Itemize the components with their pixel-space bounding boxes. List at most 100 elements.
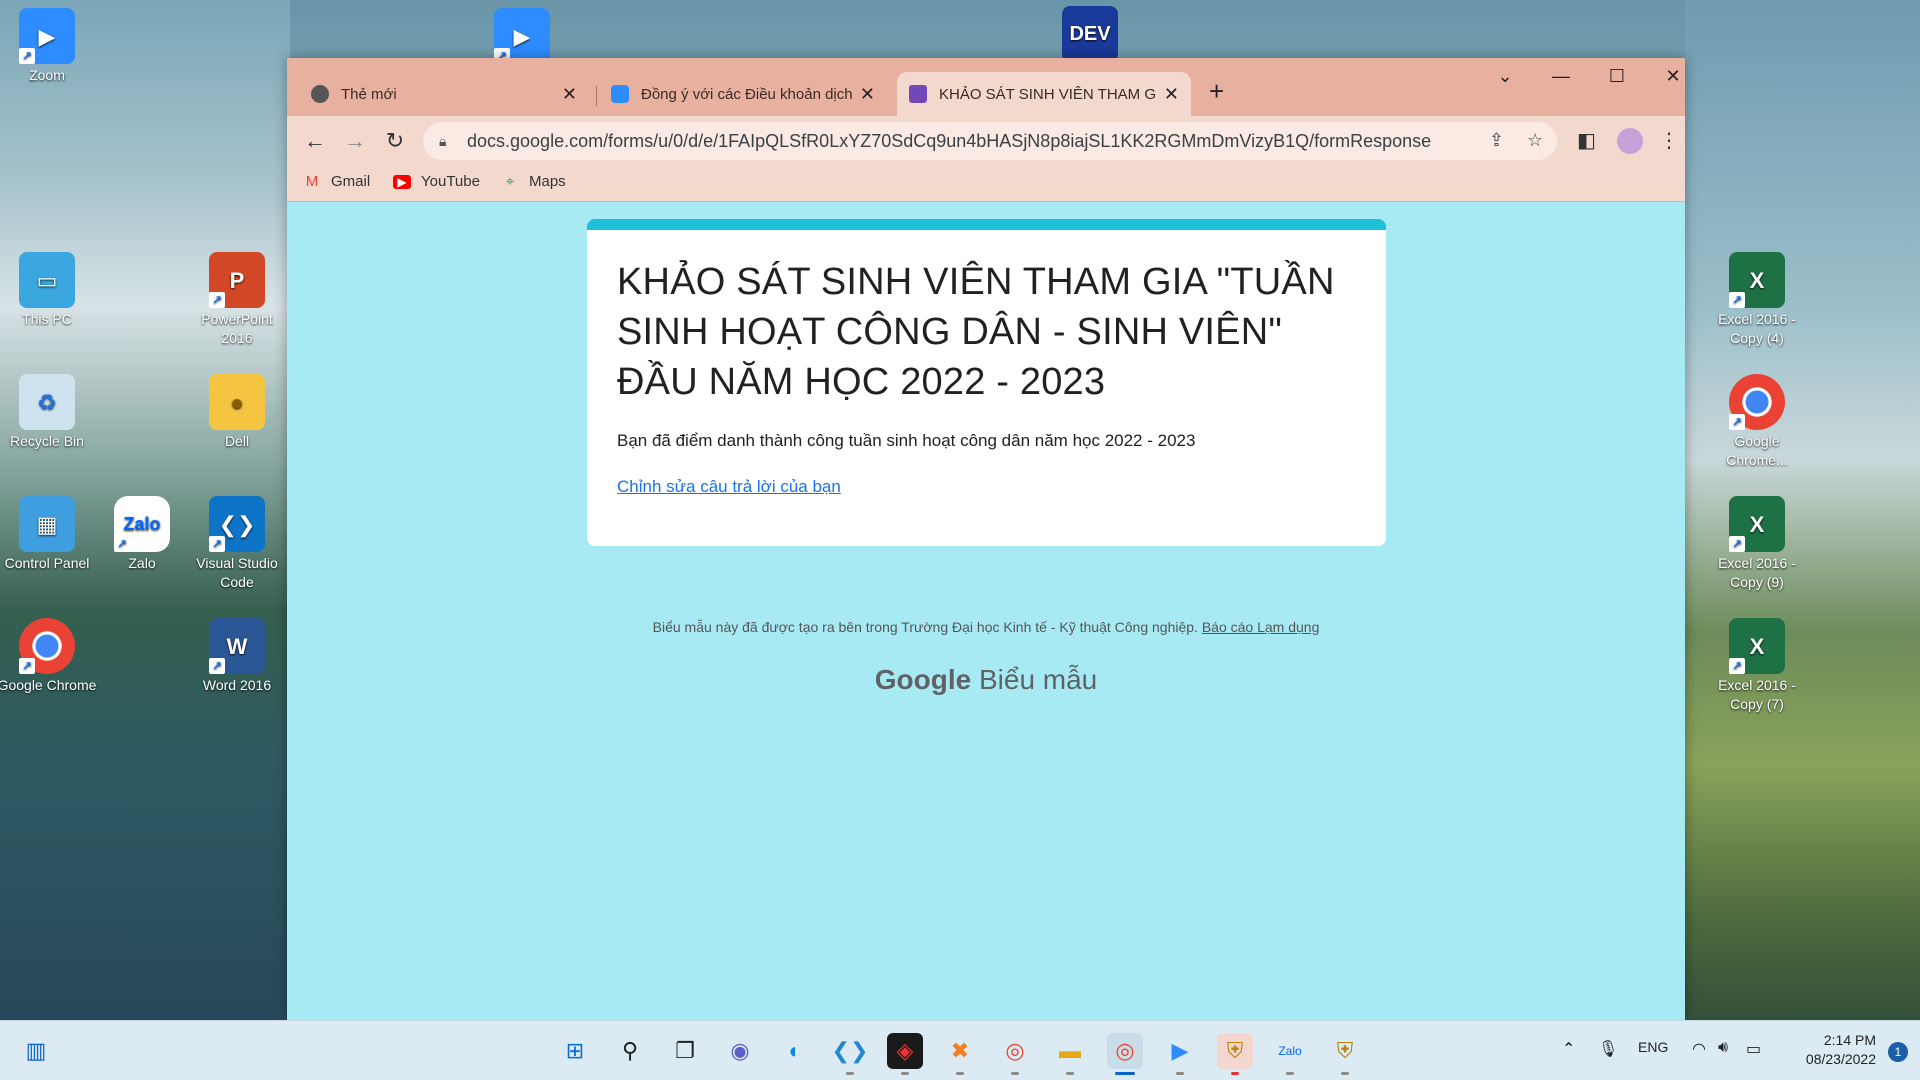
close-tab-icon[interactable]: ✕	[562, 84, 577, 105]
control-panel-icon: ▦	[19, 496, 75, 552]
desktop-icon-label: Zoom	[29, 67, 65, 83]
excel-icon: X ↗	[1729, 252, 1785, 308]
desktop-icon-google-chrome[interactable]: ↗ Google Chrome	[0, 618, 97, 695]
start-button[interactable]: ⊞	[557, 1033, 593, 1069]
edit-response-link[interactable]: Chỉnh sửa câu trả lời của bạn	[617, 477, 841, 497]
desktop-icon-word[interactable]: W ↗ Word 2016	[187, 618, 287, 695]
devcpp-icon: DEV	[1062, 6, 1118, 62]
desktop-icon-google-chrome-2[interactable]: ↗ Google Chrome...	[1707, 374, 1807, 470]
recycle-bin-icon: ♻	[19, 374, 75, 430]
zoom-icon	[611, 85, 629, 103]
desktop-icon-label: Control Panel	[4, 555, 90, 571]
tab-title: KHẢO SÁT SINH VIÊN THAM GIA	[939, 85, 1156, 103]
bookmark-gmail[interactable]: M Gmail	[303, 173, 370, 190]
form-confirmation-card: KHẢO SÁT SINH VIÊN THAM GIA "TUẦN SINH H…	[587, 219, 1386, 546]
desktop-icon-label: Excel 2016 - Copy (9)	[1718, 555, 1796, 590]
bookmarks-bar: M Gmail ▶ YouTube ⌖ Maps	[287, 166, 1685, 202]
desktop-icon-control-panel[interactable]: ▦ Control Panel	[0, 496, 97, 573]
league-client-icon[interactable]: ⛨	[1217, 1033, 1253, 1075]
forms-icon	[909, 85, 927, 103]
powerpoint-icon: P ↗	[209, 252, 265, 308]
file-explorer-icon[interactable]: ▬	[1052, 1033, 1088, 1075]
zalo-taskbar-icon[interactable]: Zalo	[1272, 1033, 1308, 1075]
close-window-button[interactable]: ✕	[1653, 66, 1693, 87]
zalo-icon: Zalo ↗	[114, 496, 170, 552]
close-tab-icon[interactable]: ✕	[1164, 84, 1179, 105]
form-title: KHẢO SÁT SINH VIÊN THAM GIA "TUẦN SINH H…	[617, 261, 1335, 403]
menu-kebab-icon[interactable]: ⋮	[1659, 128, 1679, 153]
teams-chat-icon[interactable]: ◉	[722, 1033, 758, 1069]
tab-title: Thẻ mới	[341, 85, 397, 103]
maximize-button[interactable]: ☐	[1597, 66, 1637, 87]
address-bar[interactable]: 🔒︎ docs.google.com/forms/u/0/d/e/1FAIpQL…	[423, 122, 1557, 160]
bookmark-youtube[interactable]: ▶ YouTube	[393, 173, 480, 190]
language-indicator[interactable]: ENG	[1638, 1039, 1668, 1055]
zoom-taskbar-icon[interactable]: ▶	[1162, 1033, 1198, 1075]
close-tab-icon[interactable]: ✕	[860, 84, 875, 105]
clock-time: 2:14 PM	[1823, 1032, 1876, 1048]
browser-window: Thẻ mới ✕ Đồng ý với các Điều khoản dịch…	[287, 58, 1685, 1020]
desktop-icon-label: This PC	[22, 311, 72, 327]
bookmark-maps[interactable]: ⌖ Maps	[501, 173, 566, 190]
tab-new-tab[interactable]: Thẻ mới ✕	[299, 72, 589, 116]
gmail-icon: M	[305, 173, 319, 190]
vscode-taskbar-icon[interactable]: ❮❯	[832, 1033, 868, 1075]
word-icon: W ↗	[209, 618, 265, 674]
desktop-icon-this-pc[interactable]: ▭ This PC	[0, 252, 97, 329]
search-icon[interactable]: ⚲	[612, 1033, 648, 1069]
back-button[interactable]: ←	[301, 128, 329, 154]
new-tab-button[interactable]: +	[1209, 78, 1224, 104]
reload-button[interactable]: ↻	[381, 128, 409, 154]
share-icon[interactable]: ⇪	[1489, 130, 1504, 151]
show-hidden-icons-chevron[interactable]: ⌃	[1562, 1039, 1575, 1059]
report-abuse-link[interactable]: Báo cáo Lạm dụng	[1202, 619, 1320, 635]
url-text[interactable]: docs.google.com/forms/u/0/d/e/1FAIpQLSfR…	[467, 131, 1431, 152]
chrome-profile-icon[interactable]: ◎	[997, 1033, 1033, 1075]
volume-icon[interactable]: 🔊︎	[1718, 1039, 1728, 1057]
tab-survey-form[interactable]: KHẢO SÁT SINH VIÊN THAM GIA ✕	[897, 72, 1191, 116]
garena-icon[interactable]: ◈	[887, 1033, 923, 1075]
widgets-icon[interactable]: ▥	[18, 1033, 54, 1069]
desktop-icon-label: Excel 2016 - Copy (7)	[1718, 677, 1796, 712]
tab-zoom-terms[interactable]: Đồng ý với các Điều khoản dịch v ✕	[599, 72, 887, 116]
form-footer: Biểu mẫu này đã được tạo ra bên trong Tr…	[287, 619, 1685, 635]
league-game-icon[interactable]: ⛨	[1327, 1033, 1363, 1075]
chrome-taskbar-icon[interactable]: ◎	[1107, 1033, 1143, 1075]
desktop-icon-excel-7[interactable]: X ↗ Excel 2016 - Copy (7)	[1707, 618, 1807, 714]
desktop-icon-vscode[interactable]: ❮❯ ↗ Visual Studio Code	[187, 496, 287, 592]
desktop-icon-label: Dell	[224, 433, 250, 449]
lock-icon: 🔒︎	[439, 133, 447, 149]
edge-icon[interactable]: ◐	[777, 1033, 813, 1069]
tab-search-chevron-icon[interactable]: ⌄	[1485, 66, 1525, 87]
forward-button[interactable]: →	[341, 128, 369, 154]
monitor-icon: ▭	[19, 252, 75, 308]
desktop-icon-recycle-bin[interactable]: ♻ Recycle Bin	[0, 374, 97, 451]
desktop-icon-excel-9[interactable]: X ↗ Excel 2016 - Copy (9)	[1707, 496, 1807, 592]
side-panel-icon[interactable]: ◧	[1577, 128, 1596, 153]
desktop-icon-dev[interactable]: DEV	[1040, 6, 1140, 64]
wifi-icon[interactable]: ◠	[1692, 1039, 1706, 1059]
xampp-icon[interactable]: ✖	[942, 1033, 978, 1075]
desktop-icon-label: Word 2016	[202, 677, 272, 693]
profile-avatar[interactable]	[1617, 128, 1643, 154]
minimize-button[interactable]: —	[1541, 66, 1581, 87]
desktop-icon-label: Google Chrome	[0, 677, 97, 693]
desktop-icon-label: Visual Studio Code	[196, 555, 278, 590]
microphone-icon[interactable]: 🎙︎	[1598, 1039, 1618, 1059]
bookmark-star-icon[interactable]: ☆	[1527, 130, 1543, 151]
desktop-icon-label: PowerPoint 2016	[201, 311, 273, 346]
desktop-icon-zalo[interactable]: Zalo ↗ Zalo	[92, 496, 192, 573]
desktop-icon-dell[interactable]: ● Dell	[187, 374, 287, 451]
google-wordmark: Google	[874, 664, 972, 695]
desktop-icon-excel-4[interactable]: X ↗ Excel 2016 - Copy (4)	[1707, 252, 1807, 348]
desktop-icon-label: Recycle Bin	[10, 433, 84, 449]
task-view-icon[interactable]: ❐	[667, 1033, 703, 1069]
google-forms-logo[interactable]: Google Biểu mẫu	[287, 664, 1685, 696]
desktop-icon-zoom[interactable]: ▶ ↗ Zoom	[0, 8, 97, 85]
notification-badge[interactable]: 1	[1888, 1042, 1908, 1062]
excel-icon: X ↗	[1729, 618, 1785, 674]
system-clock[interactable]: 2:14 PM 08/23/2022	[1806, 1031, 1876, 1069]
battery-icon[interactable]: ▭	[1746, 1039, 1761, 1059]
desktop-icon-powerpoint[interactable]: P ↗ PowerPoint 2016	[187, 252, 287, 348]
excel-icon: X ↗	[1729, 496, 1785, 552]
